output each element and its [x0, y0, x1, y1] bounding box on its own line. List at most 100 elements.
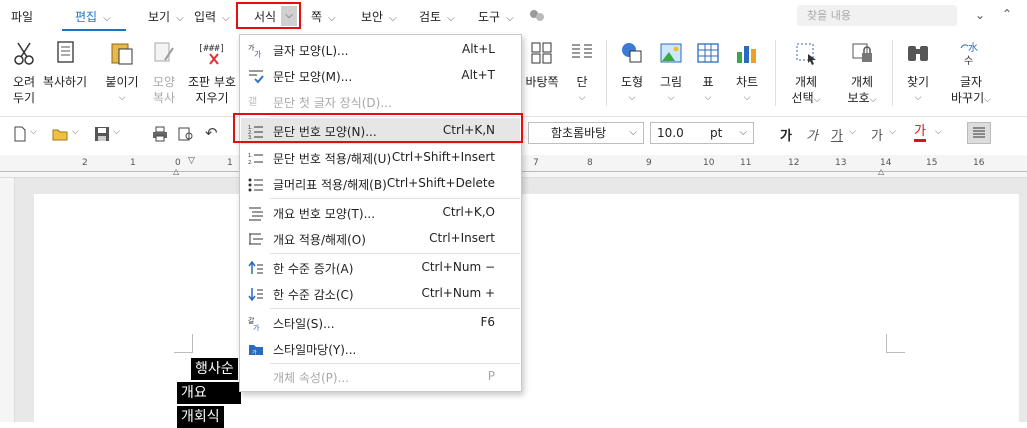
clear-marks-icon: [###] [198, 44, 225, 65]
document-page[interactable]: 행사순 개요 개회식 [34, 194, 1019, 428]
save-icon[interactable] [94, 126, 110, 142]
menu-item-para-number-apply[interactable]: 1. 2. 문단 번호 적용/해제(U) Ctrl+Shift+Insert [241, 145, 520, 171]
object-select-icon [796, 43, 816, 65]
menu-item-char-shape[interactable]: 가가 글자 모양(L)... Alt+L [241, 37, 520, 63]
chevron-down-icon[interactable]: ⌵ [694, 90, 722, 106]
menu-item-outline-apply[interactable]: 개요 적용/해제(O) Ctrl+Insert [241, 226, 520, 252]
chevron-down-icon[interactable]: ⌵ [617, 90, 647, 106]
copy-label: 복사하기 [42, 75, 88, 89]
open-folder-icon[interactable] [52, 126, 68, 142]
chevron-up-icon[interactable]: ⌃ [1002, 7, 1012, 21]
menu-item-shortcut: Ctrl+Insert [429, 231, 495, 245]
replace-button[interactable]: 水 수 글자 바꾸기⌵ [948, 40, 994, 108]
chevron-down-icon[interactable]: ⌵ [935, 127, 942, 137]
columns-label: 단 [576, 75, 588, 89]
menu-item-para-shape[interactable]: 문단 모양(M)... Alt+T [241, 63, 520, 89]
share-icon[interactable] [528, 8, 546, 24]
chevron-down-icon[interactable]: ⌵ [104, 90, 140, 106]
chart-label: 차트 [735, 75, 759, 89]
chevron-down-icon[interactable]: ⌵ [656, 90, 686, 106]
chevron-down-icon[interactable]: ⌵ [731, 90, 763, 106]
chart-button[interactable]: 차트 ⌵ [731, 40, 763, 106]
chevron-down-icon: ⌵ [222, 13, 230, 24]
left-indent-marker-icon[interactable]: △ [173, 167, 179, 176]
chevron-down-icon[interactable]: ⌵ [849, 127, 856, 137]
font-size-select[interactable]: 10.0 pt ⌵ [650, 122, 754, 144]
print-icon[interactable] [152, 126, 168, 142]
chevron-down-icon[interactable]: ⌵ [814, 95, 821, 105]
chevron-down-icon[interactable]: ⌵ [30, 127, 37, 137]
level-up-icon [248, 260, 263, 274]
menu-item-level-up[interactable]: 한 수준 증가(A) Ctrl+Num − [241, 255, 520, 281]
shape-icon [622, 43, 642, 63]
strikethrough-button[interactable]: 가 [871, 125, 883, 144]
menu-file[interactable]: 파일 [11, 8, 33, 25]
clear-format-marks-button[interactable]: [###] 조판 부호 지우기 [186, 40, 238, 106]
shape-button[interactable]: 도형 ⌵ [617, 40, 647, 106]
print-preview-icon[interactable] [178, 126, 194, 142]
indent-marker-icon[interactable]: ▽ [188, 156, 195, 166]
menu-item-label: 한 수준 증가(A) [273, 262, 354, 276]
chevron-down-icon[interactable]: ⌵ [72, 127, 79, 137]
menu-item-object-properties[interactable]: 개체 속성(P)... P [241, 364, 520, 390]
font-name-value: 함초롬바탕 [551, 126, 607, 140]
master-page-button[interactable]: 바탕쪽 [524, 40, 560, 90]
clear-marks-label-1: 조판 부호 [188, 75, 236, 89]
svg-text:가: 가 [254, 50, 262, 58]
style-gallery-icon: 가 [249, 345, 263, 356]
new-document-icon[interactable] [12, 126, 28, 142]
menu-item-bullet-apply[interactable]: 글머리표 적용/해제(B) Ctrl+Shift+Delete [241, 171, 520, 197]
underline-button[interactable]: 가 [831, 125, 843, 144]
clear-marks-label-2: 지우기 [195, 91, 229, 105]
chevron-down-icon[interactable]: ⌵ [113, 127, 120, 137]
align-justify-button[interactable] [967, 122, 991, 144]
table-button[interactable]: 표 ⌵ [694, 40, 722, 106]
menu-insert[interactable]: 입력 ⌵ [194, 8, 230, 25]
font-name-select[interactable]: 함초롬바탕 ⌵ [528, 122, 644, 144]
chevron-down-icon[interactable]: ⌵ [889, 127, 896, 137]
menu-review[interactable]: 검토 ⌵ [419, 8, 455, 25]
font-color-button[interactable]: 가 [914, 124, 926, 142]
chevron-down-icon[interactable]: ⌵ [870, 95, 877, 105]
menu-page[interactable]: 쪽 ⌵ [311, 8, 336, 25]
format-dropdown-menu: 가가 글자 모양(L)... Alt+L 문단 모양(M)... Alt+T 갵… [239, 34, 522, 392]
menu-item-outline-number-shape[interactable]: 개요 번호 모양(T)... Ctrl+K,O [241, 200, 520, 226]
menu-item-level-down[interactable]: 한 수준 감소(C) Ctrl+Num + [241, 281, 520, 307]
align-justify-icon [973, 127, 985, 138]
menu-view[interactable]: 보기 ⌵ [148, 8, 184, 25]
object-protect-button[interactable]: 개체 보호⌵ [842, 40, 882, 108]
paste-icon [111, 43, 133, 65]
menu-item-style[interactable]: 갈가 스타일(S)... F6 [241, 310, 520, 336]
search-input[interactable]: 찾을 내용 [797, 5, 957, 26]
menu-item-style-gallery[interactable]: 가 스타일마당(Y)... [241, 336, 520, 362]
paste-button[interactable]: 붙이기 ⌵ [104, 40, 140, 106]
menu-item-dropcap[interactable]: 갵 문단 첫 글자 장식(D)... [241, 89, 520, 115]
chevron-down-icon[interactable]: ⌵ [629, 123, 637, 143]
document-text-line[interactable]: 개회식 [177, 406, 224, 428]
document-text-line[interactable]: 개요 [177, 382, 241, 404]
columns-button[interactable]: 단 ⌵ [568, 40, 596, 106]
chevron-down-icon[interactable]: ⌵ [739, 123, 747, 143]
undo-icon[interactable]: ↶ [205, 124, 218, 142]
vertical-ruler[interactable] [0, 178, 15, 422]
menu-tools[interactable]: 도구 ⌵ [478, 8, 514, 25]
chevron-down-icon[interactable]: ⌵ [984, 95, 991, 105]
right-indent-marker-icon[interactable]: △ [878, 167, 884, 176]
italic-button[interactable]: 가 [806, 125, 818, 144]
format-painter-button[interactable]: 모양 복사 [148, 40, 180, 106]
chevron-down-icon: ⌵ [176, 13, 184, 24]
find-button[interactable]: 찾기 ⌵ [903, 40, 933, 106]
picture-button[interactable]: 그림 ⌵ [656, 40, 686, 106]
copy-button[interactable]: 복사하기 [35, 40, 95, 90]
menu-item-label: 문단 모양(M)... [273, 70, 353, 84]
find-label: 찾기 [906, 75, 930, 89]
chevron-down-icon[interactable]: ⌵ [568, 90, 596, 106]
object-select-button[interactable]: 개체 선택⌵ [786, 40, 826, 108]
bold-button[interactable]: 가 [780, 125, 792, 144]
menu-item-shortcut: Ctrl+Num − [421, 260, 495, 274]
chevron-down-icon[interactable]: ⌄ [975, 8, 985, 22]
document-text-line[interactable]: 행사순 [191, 358, 238, 380]
menu-security[interactable]: 보안 ⌵ [361, 8, 397, 25]
menu-edit[interactable]: 편집 ⌵ [75, 8, 111, 25]
chevron-down-icon[interactable]: ⌵ [903, 90, 933, 106]
